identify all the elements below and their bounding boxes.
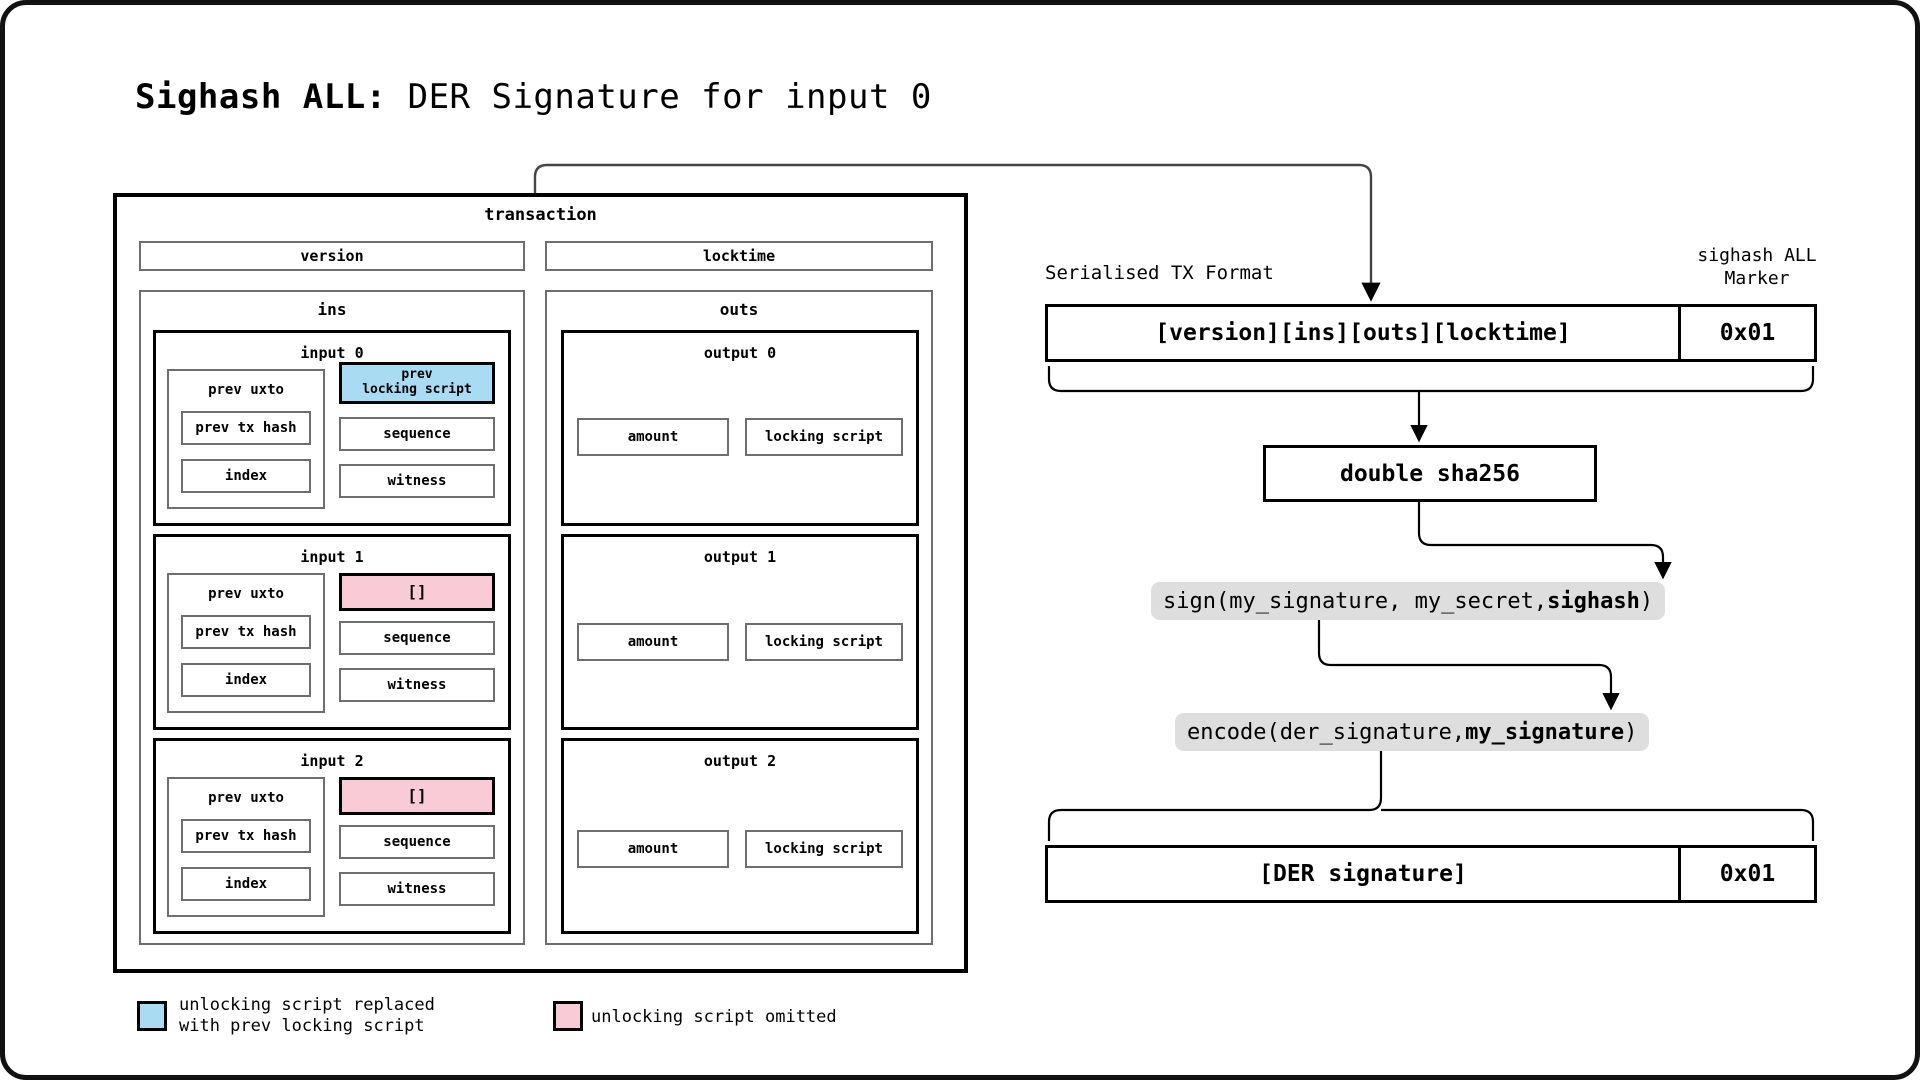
locking-script-field: locking script — [745, 418, 903, 456]
encode-step-prefix: encode(der_signature, — [1187, 720, 1465, 745]
wire-encode-to-der-left — [1049, 751, 1381, 841]
serialised-tx-format-label: Serialised TX Format — [1045, 262, 1274, 284]
wire-encode-to-der-right — [1381, 810, 1813, 841]
index-field: index — [181, 663, 311, 697]
der-signature-value: [DER signature] — [1048, 848, 1678, 900]
sign-step-suffix: ) — [1640, 589, 1653, 614]
serialised-tx-value: [version][ins][outs][locktime] — [1048, 307, 1678, 359]
encode-step-pill: encode(der_signature, my_signature) — [1175, 713, 1649, 751]
prev-utxo-label: prev uxto — [167, 382, 325, 398]
sign-step-pill: sign(my_signature, my_secret, sighash) — [1151, 582, 1665, 620]
prev-tx-hash-field: prev tx hash — [181, 819, 311, 853]
unlocking-script-omitted-field: [] — [339, 573, 495, 611]
legend-text-omitted: unlocking script omitted — [591, 1007, 837, 1028]
prev-locking-script-text: prev locking script — [362, 368, 472, 397]
output-label: output 2 — [561, 752, 919, 770]
index-field: index — [181, 867, 311, 901]
sign-step-emphasis: sighash — [1547, 589, 1640, 614]
diagram-canvas: Sighash ALL: DER Signature for input 0 t… — [0, 0, 1920, 1080]
page-title-rest: DER Signature for input 0 — [387, 77, 932, 117]
der-signature-bar: [DER signature] 0x01 — [1045, 845, 1817, 903]
locktime-field: locktime — [545, 241, 933, 271]
prev-tx-hash-field: prev tx hash — [181, 411, 311, 445]
locking-script-field: locking script — [745, 623, 903, 661]
encode-step-suffix: ) — [1624, 720, 1637, 745]
amount-field: amount — [577, 830, 729, 868]
prev-utxo-label: prev uxto — [167, 586, 325, 602]
ins-label: ins — [139, 300, 525, 319]
wire-serialised-left-to-hash — [1049, 366, 1419, 438]
input-label: input 0 — [153, 344, 511, 362]
input-label: input 2 — [153, 752, 511, 770]
prev-utxo-label: prev uxto — [167, 790, 325, 806]
wire-serialised-right-to-hash — [1419, 366, 1813, 391]
outs-label: outs — [545, 300, 933, 319]
witness-field: witness — [339, 668, 495, 702]
legend-swatch-replaced — [137, 1001, 167, 1031]
output-label: output 0 — [561, 344, 919, 362]
witness-field: witness — [339, 872, 495, 906]
prev-tx-hash-field: prev tx hash — [181, 615, 311, 649]
der-signature-marker: 0x01 — [1678, 848, 1814, 900]
double-sha256-box: double sha256 — [1263, 445, 1597, 502]
output-label: output 1 — [561, 548, 919, 566]
transaction-label: transaction — [113, 205, 968, 225]
serialised-tx-marker: 0x01 — [1678, 307, 1814, 359]
sign-step-prefix: sign(my_signature, my_secret, — [1163, 589, 1547, 614]
input-label: input 1 — [153, 548, 511, 566]
wire-sign-to-encode — [1319, 620, 1611, 706]
version-field: version — [139, 241, 525, 271]
legend-text-replaced: unlocking script replaced with prev lock… — [179, 995, 435, 1038]
page-title-bold: Sighash ALL: — [135, 77, 387, 117]
legend-swatch-omitted — [553, 1001, 583, 1031]
amount-field: amount — [577, 623, 729, 661]
version-label: version — [300, 247, 363, 265]
locktime-label: locktime — [703, 247, 775, 265]
witness-field: witness — [339, 464, 495, 498]
locking-script-field: locking script — [745, 830, 903, 868]
serialised-tx-bar: [version][ins][outs][locktime] 0x01 — [1045, 304, 1817, 362]
sequence-field: sequence — [339, 417, 495, 451]
sequence-field: sequence — [339, 825, 495, 859]
index-field: index — [181, 459, 311, 493]
prev-locking-script-field: prev locking script — [339, 362, 495, 404]
sequence-field: sequence — [339, 621, 495, 655]
unlocking-script-omitted-field: [] — [339, 777, 495, 815]
wire-hash-to-sign — [1419, 502, 1663, 575]
amount-field: amount — [577, 418, 729, 456]
encode-step-emphasis: my_signature — [1465, 720, 1624, 745]
sighash-marker-label: sighash ALL Marker — [1677, 245, 1837, 290]
page-title: Sighash ALL: DER Signature for input 0 — [135, 77, 932, 117]
